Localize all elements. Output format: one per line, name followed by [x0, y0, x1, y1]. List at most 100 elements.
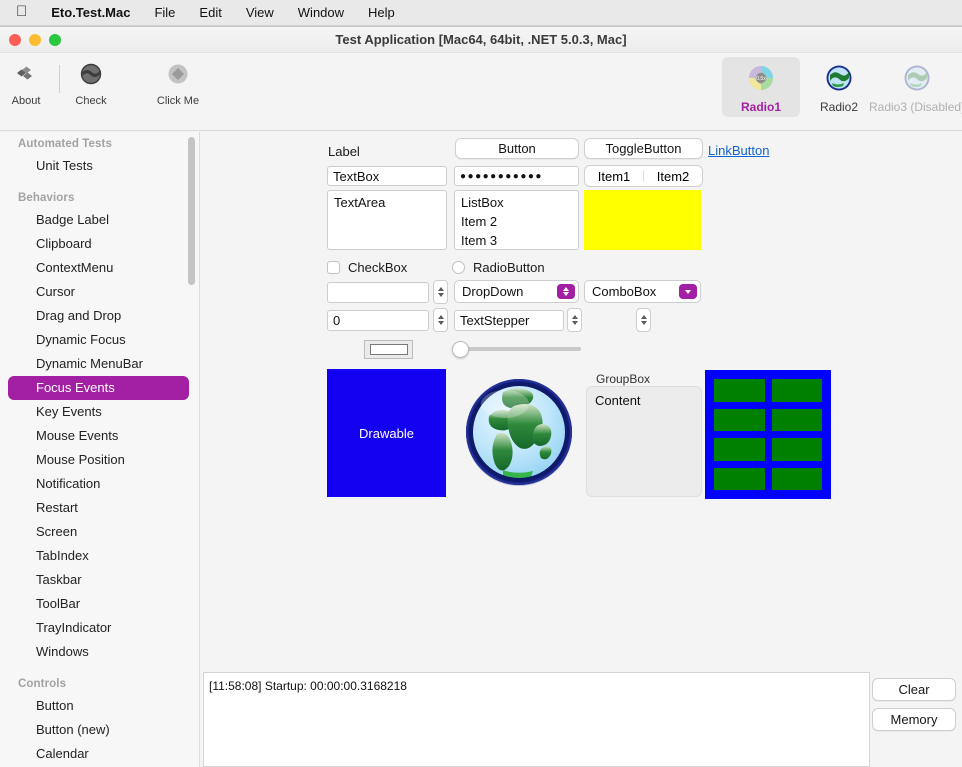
- log-buttons: Clear Memory: [872, 678, 956, 731]
- combobox-value: ComboBox: [592, 284, 656, 299]
- memory-button[interactable]: Memory: [872, 708, 956, 731]
- dropdown-control[interactable]: DropDown: [454, 280, 579, 303]
- gray-diamond-icon: [163, 59, 193, 89]
- menu-item-file[interactable]: File: [142, 5, 187, 20]
- textbox-control[interactable]: TextBox: [327, 166, 447, 186]
- segment-item2[interactable]: Item2: [644, 166, 702, 186]
- numeric-value-input[interactable]: 0: [327, 310, 429, 331]
- segmented-control[interactable]: Item1 Item2: [584, 165, 703, 187]
- diamonds-icon: [11, 59, 41, 89]
- sidebar-item-taskbar[interactable]: Taskbar: [8, 568, 189, 592]
- sidebar-item-badge-label[interactable]: Badge Label: [8, 208, 189, 232]
- toolbar-button-check[interactable]: Check: [53, 59, 129, 107]
- sidebar-item-focus-events[interactable]: Focus Events: [8, 376, 189, 400]
- link-button-control[interactable]: LinkButton: [708, 143, 769, 158]
- grid-cell[interactable]: [772, 468, 823, 491]
- window-title: Test Application [Mac64, 64bit, .NET 5.0…: [0, 32, 962, 47]
- globe-dark-icon: [76, 59, 106, 89]
- toolbar-radio-group: 0.5x Radio1 Radio2: [722, 57, 956, 117]
- combobox-chevron-down-icon[interactable]: [679, 284, 697, 299]
- sidebar-item-button-new[interactable]: Button (new): [8, 718, 189, 742]
- toolbar-radio-radio1[interactable]: 0.5x Radio1: [722, 57, 800, 117]
- sidebar-item-key-events[interactable]: Key Events: [8, 400, 189, 424]
- label-control: Label: [328, 144, 360, 159]
- sidebar-item-notification[interactable]: Notification: [8, 472, 189, 496]
- grid-cell[interactable]: [772, 379, 823, 402]
- textarea-control[interactable]: TextArea: [327, 190, 447, 250]
- text-stepper-input[interactable]: TextStepper: [454, 310, 564, 331]
- toolbar-radio-radio2[interactable]: Radio2: [800, 57, 878, 117]
- sidebar-item-mouse-events[interactable]: Mouse Events: [8, 424, 189, 448]
- sidebar-item-tabindex[interactable]: TabIndex: [8, 544, 189, 568]
- sidebar-item-dynamic-focus[interactable]: Dynamic Focus: [8, 328, 189, 352]
- checkbox-box-icon[interactable]: [327, 261, 340, 274]
- numeric-value-stepper[interactable]: [433, 308, 448, 332]
- slider-track[interactable]: [457, 347, 581, 351]
- stepper-down-icon[interactable]: [438, 293, 444, 297]
- grid-cell[interactable]: [714, 438, 765, 461]
- sidebar-item-contextmenu[interactable]: ContextMenu: [8, 256, 189, 280]
- menu-item-help[interactable]: Help: [356, 5, 407, 20]
- sidebar-item-cursor[interactable]: Cursor: [8, 280, 189, 304]
- toggle-button-control[interactable]: ToggleButton: [584, 138, 703, 159]
- standalone-stepper[interactable]: [636, 308, 651, 332]
- numeric-stepper-input[interactable]: [327, 282, 429, 303]
- listbox-item[interactable]: ListBox: [459, 193, 574, 212]
- toolbar-button-click-me[interactable]: Click Me: [140, 59, 216, 107]
- grid-cell[interactable]: [714, 379, 765, 402]
- button-control[interactable]: Button: [455, 138, 579, 159]
- password-box-control[interactable]: ●●●●●●●●●●●: [454, 166, 579, 186]
- stepper-up-icon[interactable]: [641, 315, 647, 319]
- globe-image-icon: [459, 372, 579, 492]
- listbox-item[interactable]: Item 2: [459, 212, 574, 231]
- checkbox-control[interactable]: CheckBox: [327, 260, 407, 275]
- log-output[interactable]: [11:58:08] Startup: 00:00:00.3168218: [203, 672, 870, 767]
- stepper-up-icon[interactable]: [438, 287, 444, 291]
- stepper-up-icon[interactable]: [572, 315, 578, 319]
- checkbox-label: CheckBox: [348, 260, 407, 275]
- sidebar-item-trayindicator[interactable]: TrayIndicator: [8, 616, 189, 640]
- toolbar-label-radio3: Radio3 (Disabled): [869, 100, 962, 114]
- toolbar: About Check Click Me: [0, 53, 962, 131]
- sidebar-item-mouse-position[interactable]: Mouse Position: [8, 448, 189, 472]
- grid-cell[interactable]: [772, 409, 823, 432]
- sidebar-item-toolbar[interactable]: ToolBar: [8, 592, 189, 616]
- stepper-down-icon[interactable]: [641, 321, 647, 325]
- grid-cell[interactable]: [772, 438, 823, 461]
- sidebar-item-button[interactable]: Button: [8, 694, 189, 718]
- sidebar-item-clipboard[interactable]: Clipboard: [8, 232, 189, 256]
- sidebar-scrollbar[interactable]: [188, 137, 195, 285]
- stepper-up-icon[interactable]: [438, 315, 444, 319]
- globe-faded-icon: [900, 61, 934, 95]
- stepper-down-icon[interactable]: [438, 321, 444, 325]
- numeric-stepper-buttons[interactable]: [433, 280, 448, 304]
- combobox-control[interactable]: ComboBox: [584, 280, 701, 303]
- sidebar-item-unit-tests[interactable]: Unit Tests: [8, 154, 189, 178]
- slider-knob[interactable]: [452, 341, 469, 358]
- sidebar-item-drag-and-drop[interactable]: Drag and Drop: [8, 304, 189, 328]
- listbox-item[interactable]: Item 3: [459, 231, 574, 250]
- sidebar-item-restart[interactable]: Restart: [8, 496, 189, 520]
- menu-item-view[interactable]: View: [234, 5, 286, 20]
- sidebar-item-screen[interactable]: Screen: [8, 520, 189, 544]
- sidebar-item-windows[interactable]: Windows: [8, 640, 189, 664]
- dropdown-chevron-icon[interactable]: [557, 284, 575, 299]
- listbox-control[interactable]: ListBox Item 2 Item 3: [454, 190, 579, 250]
- radiobutton-control[interactable]: RadioButton: [452, 260, 545, 275]
- text-stepper-buttons[interactable]: [567, 308, 582, 332]
- clear-button[interactable]: Clear: [872, 678, 956, 701]
- grid-cell[interactable]: [714, 468, 765, 491]
- sidebar-item-calendar[interactable]: Calendar: [8, 742, 189, 766]
- segment-item1[interactable]: Item1: [585, 166, 643, 186]
- sidebar-item-dynamic-menubar[interactable]: Dynamic MenuBar: [8, 352, 189, 376]
- drawable-panel[interactable]: Drawable: [327, 369, 446, 497]
- color-picker-control[interactable]: [364, 340, 413, 359]
- groupbox-content: Content: [587, 387, 701, 414]
- grid-cell[interactable]: [714, 409, 765, 432]
- menu-item-edit[interactable]: Edit: [187, 5, 233, 20]
- menu-item-app[interactable]: Eto.Test.Mac: [39, 5, 142, 20]
- radio-circle-icon[interactable]: [452, 261, 465, 274]
- stepper-down-icon[interactable]: [572, 321, 578, 325]
- apple-logo-icon[interactable]: : [14, 4, 39, 21]
- menu-item-window[interactable]: Window: [286, 5, 356, 20]
